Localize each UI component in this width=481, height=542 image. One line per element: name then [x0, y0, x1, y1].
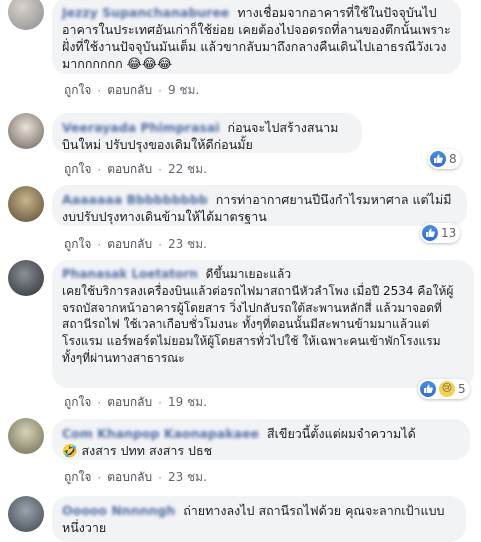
- avatar[interactable]: [8, 260, 44, 296]
- comment-actions: ถูกใจ · ตอบกลับ · 19 ชม.: [64, 393, 207, 412]
- reaction-count: 5: [458, 382, 466, 396]
- comment-actions: ถูกใจ · ตอบกลับ · 23 ชม.: [64, 235, 207, 254]
- commenter-name[interactable]: Ooooo Nnnnngh: [62, 503, 175, 518]
- reply-link[interactable]: ตอบกลับ: [107, 235, 152, 254]
- separator-dot: ·: [97, 83, 102, 98]
- like-link[interactable]: ถูกใจ: [64, 160, 91, 179]
- like-link[interactable]: ถูกใจ: [64, 393, 91, 412]
- separator-dot: ·: [97, 237, 102, 252]
- like-link[interactable]: ถูกใจ: [64, 235, 91, 254]
- commenter-name[interactable]: Aaaaaaa Bbbbbbbbb: [62, 192, 208, 207]
- commenter-name[interactable]: Phanasak Loetatorn: [62, 267, 198, 281]
- commenter-name[interactable]: Veerayada Phimprasai: [62, 120, 220, 135]
- like-link[interactable]: ถูกใจ: [64, 468, 91, 487]
- reaction-summary[interactable]: 8: [428, 149, 461, 169]
- separator-dot: ·: [97, 395, 102, 410]
- separator-dot: ·: [97, 470, 102, 485]
- comment-bubble: Jezzy Supanchanaburee ทางเชื่อมจากอาคารท…: [52, 0, 461, 74]
- avatar[interactable]: [8, 0, 44, 30]
- comment-bubble: Phanasak Loetatorn ดีขึ้นมาเยอะแล้ว เคยใ…: [52, 260, 474, 388]
- reply-link[interactable]: ตอบกลับ: [107, 468, 152, 487]
- reply-link[interactable]: ตอบกลับ: [107, 160, 152, 179]
- separator-dot: ·: [158, 237, 162, 252]
- reaction-count: 13: [441, 226, 457, 240]
- comment-bubble: Veerayada Phimprasai ก่อนจะไปสร้างสนามบิ…: [52, 113, 362, 153]
- separator-dot: ·: [158, 395, 162, 410]
- timestamp[interactable]: 23 ชม.: [168, 468, 207, 487]
- commenter-name[interactable]: Com Khanpop Kaonapakaee: [62, 426, 259, 441]
- comment-bubble: Ooooo Nnnnngh ถ่ายทางลงไป สถานีรถไฟด้วย …: [52, 496, 466, 542]
- like-icon: [422, 225, 438, 241]
- reply-link[interactable]: ตอบกลับ: [107, 393, 152, 412]
- comment-actions: ถูกใจ · ตอบกลับ · 9 ชม.: [64, 81, 199, 100]
- laughing-emoji: 😂😂😂: [126, 57, 173, 72]
- comment-text: ดีขึ้นมาเยอะแล้ว เคยใช้บริการลงเครื่องบิ…: [62, 267, 454, 365]
- like-icon: [430, 151, 446, 167]
- reaction-count: 8: [449, 152, 457, 166]
- timestamp[interactable]: 23 ชม.: [168, 235, 207, 254]
- avatar[interactable]: [8, 186, 44, 222]
- timestamp[interactable]: 19 ชม.: [168, 393, 207, 412]
- reaction-summary[interactable]: 😢 5: [418, 379, 470, 399]
- like-link[interactable]: ถูกใจ: [64, 81, 91, 100]
- commenter-name[interactable]: Jezzy Supanchanaburee: [62, 5, 229, 20]
- comment-actions: ถูกใจ · ตอบกลับ · 23 ชม.: [64, 468, 207, 487]
- avatar[interactable]: [8, 113, 44, 149]
- timestamp[interactable]: 9 ชม.: [168, 81, 199, 100]
- reaction-summary[interactable]: 13: [420, 223, 461, 243]
- avatar[interactable]: [8, 496, 44, 532]
- comment-bubble: Com Khanpop Kaonapakaee สีเขียวนี้ตั้งแต…: [52, 419, 470, 460]
- comment-actions: ถูกใจ · ตอบกลับ · 22 ชม.: [64, 160, 207, 179]
- separator-dot: ·: [158, 162, 162, 177]
- reply-link[interactable]: ตอบกลับ: [107, 81, 152, 100]
- timestamp[interactable]: 22 ชม.: [168, 160, 207, 179]
- comment-bubble: Aaaaaaa Bbbbbbbbb การท่าอากาศยานปีนึงกำไ…: [52, 185, 467, 226]
- sad-icon: 😢: [439, 381, 455, 397]
- separator-dot: ·: [158, 470, 162, 485]
- avatar[interactable]: [8, 418, 44, 454]
- separator-dot: ·: [158, 83, 162, 98]
- separator-dot: ·: [97, 162, 102, 177]
- like-icon: [420, 381, 436, 397]
